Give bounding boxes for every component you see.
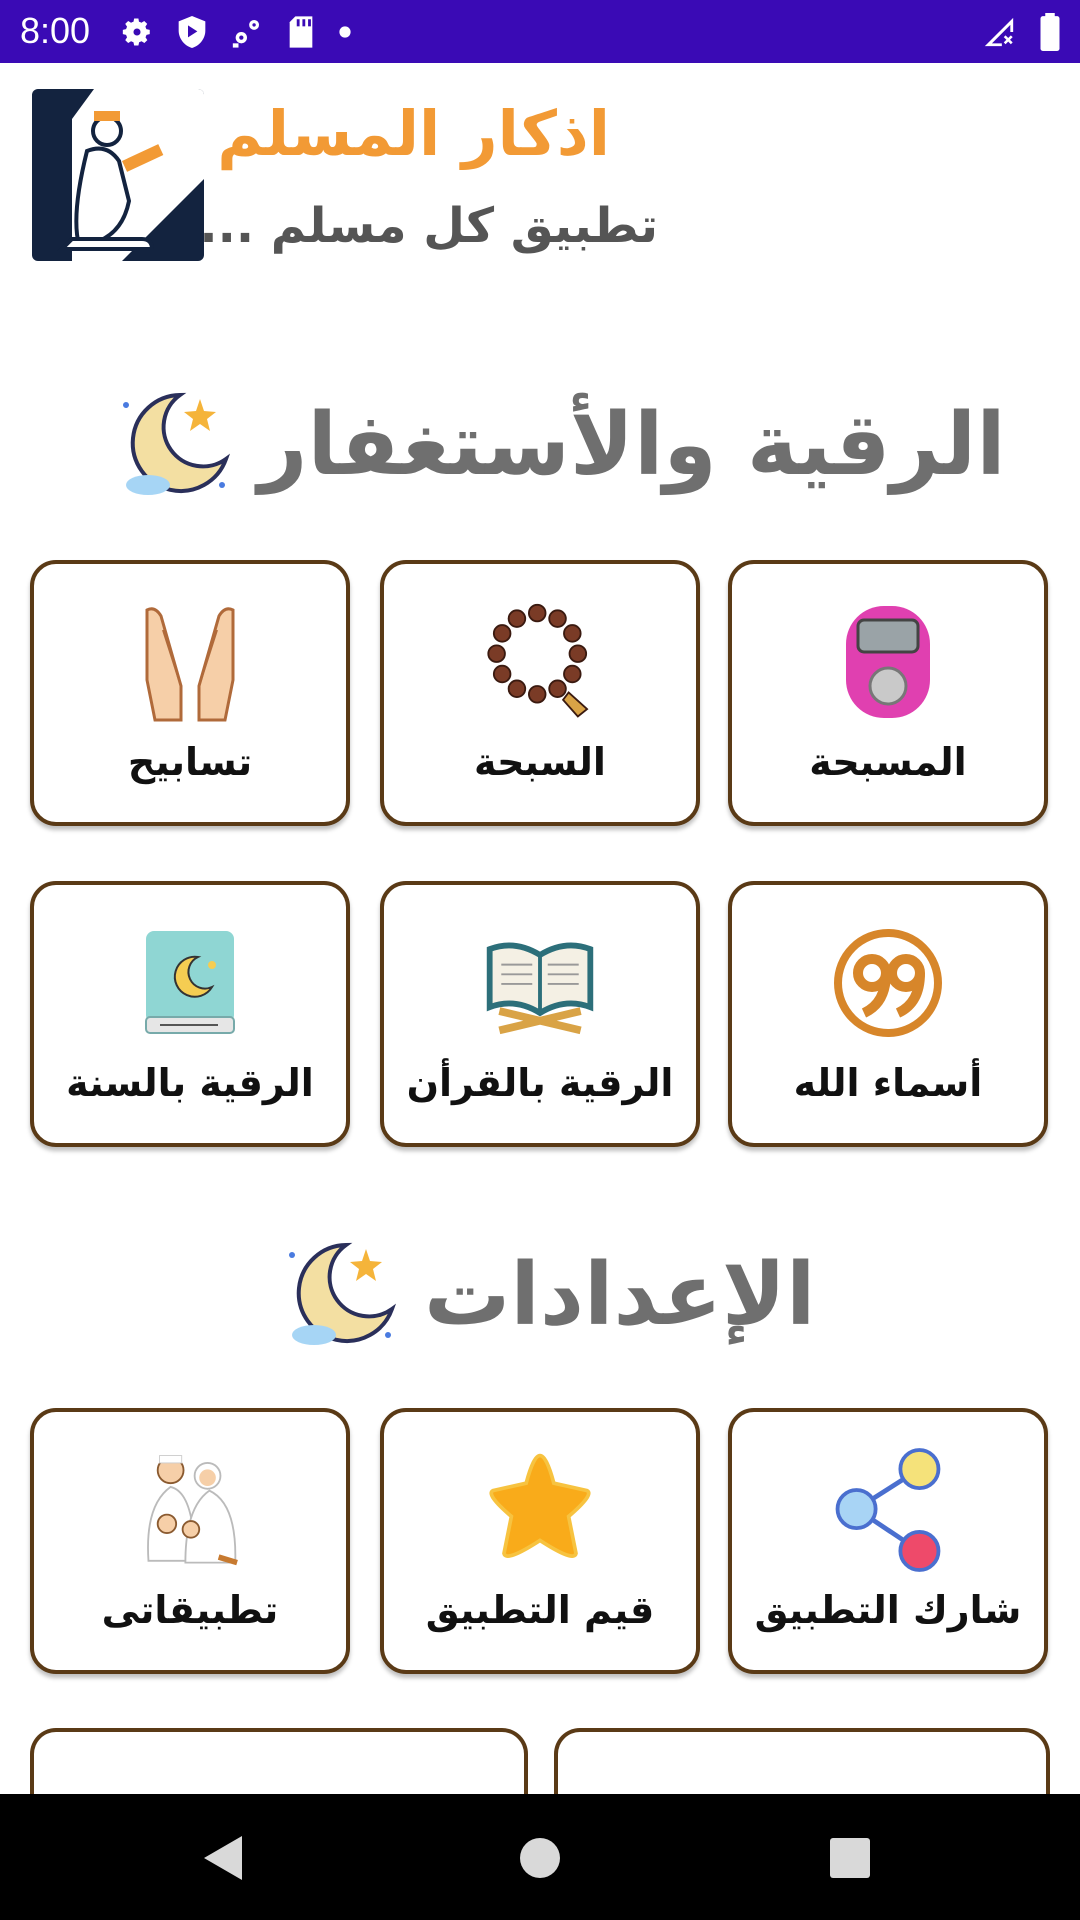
card-label: تسابيح bbox=[127, 740, 253, 784]
sd-card-icon bbox=[289, 16, 313, 48]
app-title: اذكار المسلم bbox=[217, 97, 610, 170]
family-icon bbox=[130, 1450, 250, 1570]
section-title-text: الإعدادات bbox=[424, 1245, 816, 1345]
card-partial-right[interactable] bbox=[554, 1728, 1050, 1794]
home-icon[interactable] bbox=[514, 1832, 566, 1884]
app-header: اذكار المسلم تطبيق كل مسلم ... bbox=[0, 63, 1080, 283]
dot-icon bbox=[339, 26, 351, 38]
praying-hands-icon bbox=[130, 602, 250, 722]
card-counter[interactable]: المسبحة bbox=[728, 560, 1048, 826]
recents-icon[interactable] bbox=[824, 1832, 876, 1884]
crescent-moon-star-icon bbox=[123, 392, 231, 495]
status-icons-right bbox=[982, 12, 1062, 52]
card-label: الرقية بالقرأن bbox=[406, 1061, 674, 1105]
card-label: السبحة bbox=[474, 740, 606, 784]
section-title-text: الرقية والأستغفار bbox=[258, 395, 1006, 495]
star-icon bbox=[480, 1450, 600, 1570]
settings-icon bbox=[122, 18, 150, 46]
card-label: شارك التطبيق bbox=[754, 1588, 1022, 1632]
back-icon[interactable] bbox=[198, 1832, 250, 1884]
network-settings-icon bbox=[232, 19, 260, 48]
battery-icon bbox=[1040, 13, 1060, 51]
card-label: أسماء الله bbox=[793, 1061, 983, 1105]
card-tasabeeh[interactable]: تسابيح bbox=[30, 560, 350, 826]
status-icons-left bbox=[120, 12, 352, 52]
quran-book-icon bbox=[480, 923, 600, 1043]
card-ruqyah-sunnah[interactable]: الرقية بالسنة bbox=[30, 881, 350, 1147]
section-title-ruqyah: الرقية والأستغفار bbox=[118, 385, 1006, 505]
card-label: تطبيقاتى bbox=[101, 1588, 279, 1632]
card-label: قيم التطبيق bbox=[425, 1588, 655, 1632]
card-label: الرقية بالسنة bbox=[66, 1061, 314, 1105]
crescent-moon-star-icon bbox=[289, 1242, 397, 1345]
card-partial-left[interactable] bbox=[30, 1728, 528, 1794]
section-title-settings: الإعدادات bbox=[284, 1235, 815, 1355]
play-protect-icon bbox=[178, 16, 206, 48]
prayer-beads-icon bbox=[480, 602, 600, 722]
card-beads[interactable]: السبحة bbox=[380, 560, 700, 826]
tally-counter-icon bbox=[828, 602, 948, 722]
card-share-app[interactable]: شارك التطبيق bbox=[728, 1408, 1048, 1674]
praying-man-icon bbox=[32, 89, 204, 261]
ninety-nine-icon bbox=[828, 923, 948, 1043]
card-label: المسبحة bbox=[809, 740, 967, 784]
card-rate-app[interactable]: قيم التطبيق bbox=[380, 1408, 700, 1674]
signal-icon bbox=[984, 17, 1014, 47]
status-bar: 8:00 bbox=[0, 0, 1080, 63]
navigation-bar bbox=[0, 1794, 1080, 1920]
app-subtitle: تطبيق كل مسلم ... bbox=[199, 198, 658, 254]
card-names-of-allah[interactable]: أسماء الله bbox=[728, 881, 1048, 1147]
card-ruqyah-quran[interactable]: الرقية بالقرأن bbox=[380, 881, 700, 1147]
status-time: 8:00 bbox=[20, 10, 91, 51]
sunnah-book-icon bbox=[130, 923, 250, 1043]
card-my-apps[interactable]: تطبيقاتى bbox=[30, 1408, 350, 1674]
share-icon bbox=[828, 1448, 948, 1572]
